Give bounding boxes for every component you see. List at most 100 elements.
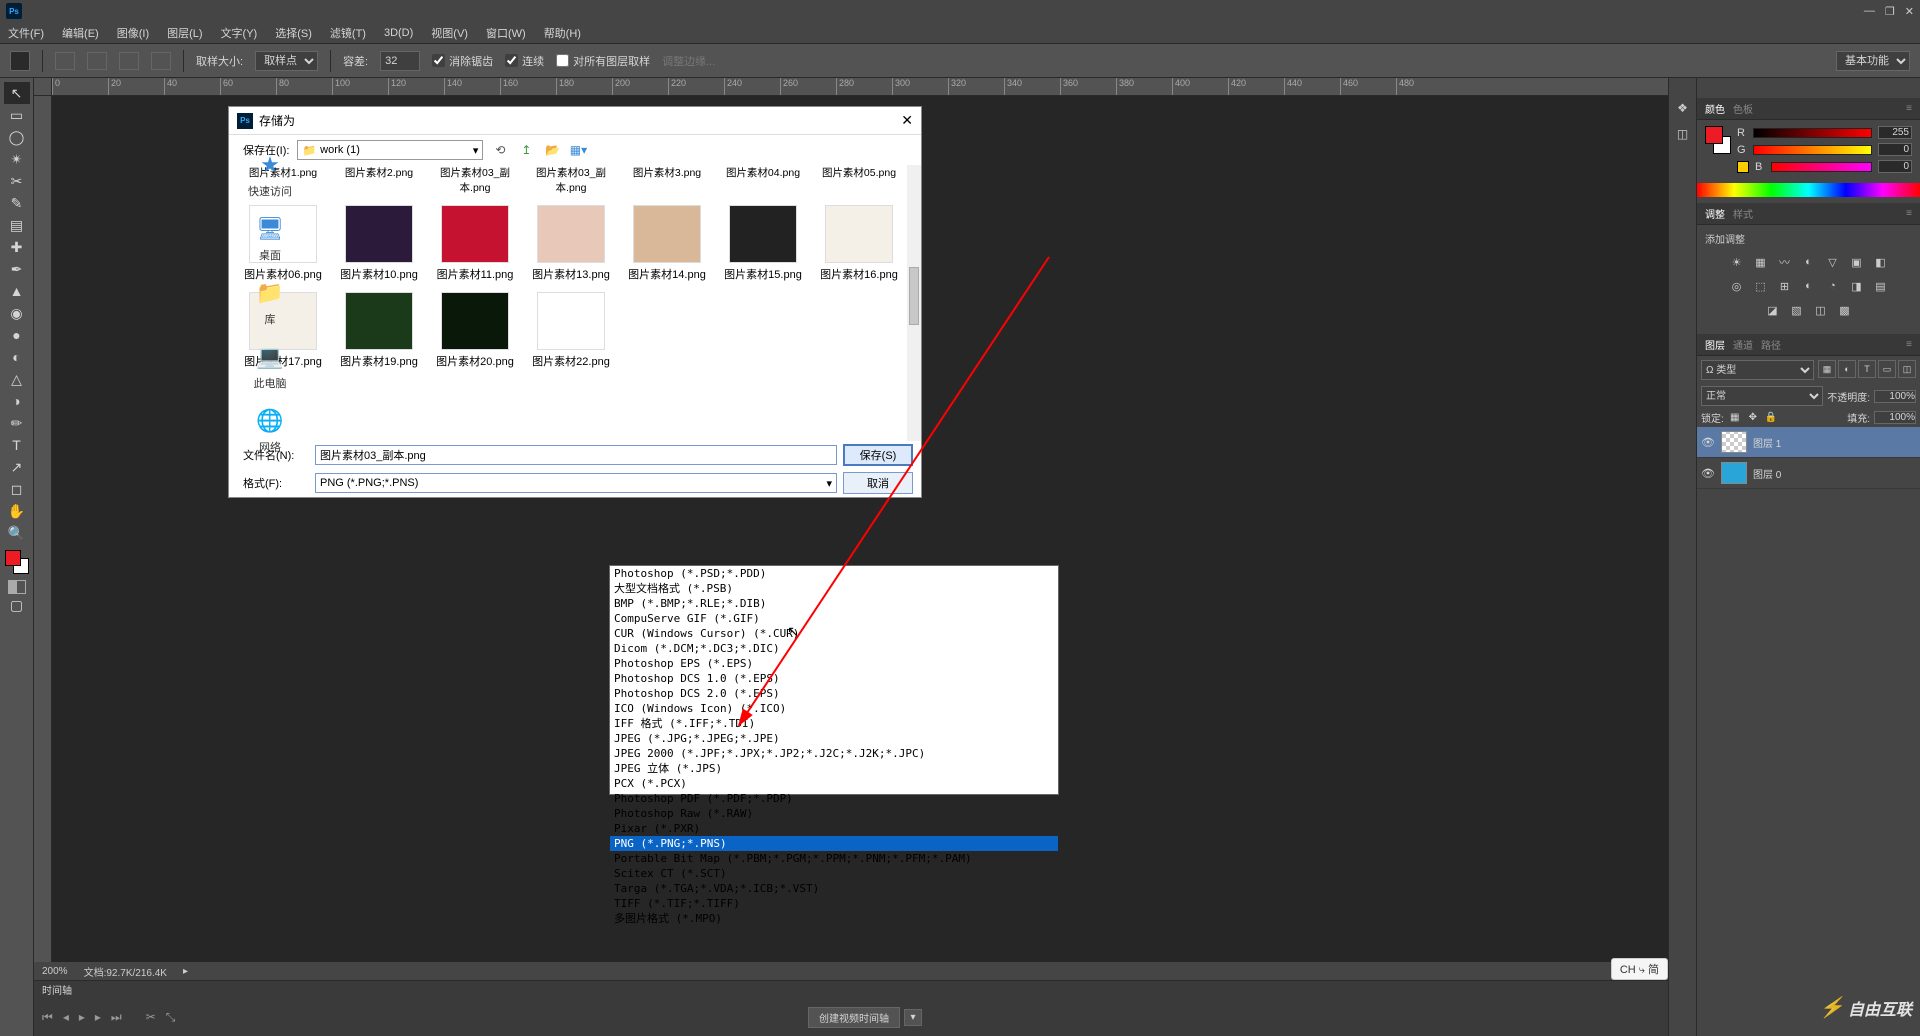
gradient-map-icon[interactable]: ▤ (1873, 278, 1889, 294)
sample-mode-4[interactable] (151, 52, 171, 70)
maximize-button[interactable]: ❐ (1885, 5, 1895, 18)
tool-button[interactable]: ✚ (4, 236, 30, 258)
zoom-level[interactable]: 200% (42, 966, 68, 977)
dialog-title-bar[interactable]: Ps 存储为 ✕ (229, 107, 921, 135)
adjustments-tab[interactable]: 调整 (1705, 206, 1725, 221)
swatches-tab[interactable]: 色板 (1733, 101, 1753, 116)
file-item[interactable]: 图片素材15.png (723, 205, 803, 282)
lock-pixels-icon[interactable]: ▦ (1728, 411, 1742, 425)
file-label[interactable]: 图片素材3.png (627, 165, 707, 195)
posterize-icon[interactable]: ◔ (1825, 278, 1841, 294)
save-button[interactable]: 保存(S) (843, 444, 913, 466)
antialias-checkbox[interactable] (432, 54, 445, 67)
timeline-play-icon[interactable]: ▸ (79, 1010, 85, 1025)
file-item[interactable]: 图片素材10.png (339, 205, 419, 282)
tool-button[interactable]: ▤ (4, 214, 30, 236)
sidebar-location[interactable]: 💻此电脑 (254, 341, 287, 391)
sidebar-location[interactable]: 📁库 (254, 277, 286, 327)
menu-item[interactable]: 视图(V) (431, 25, 468, 41)
visibility-icon[interactable]: 👁 (1701, 436, 1715, 449)
file-label[interactable]: 图片素材03_副本.png (435, 165, 515, 195)
threshold-icon[interactable]: ◨ (1849, 278, 1865, 294)
layer-name[interactable]: 图层 1 (1753, 435, 1781, 450)
tool-button[interactable]: 🔍 (4, 522, 30, 544)
file-item[interactable]: 图片素材19.png (339, 292, 419, 369)
file-item[interactable]: 图片素材14.png (627, 205, 707, 282)
file-label[interactable]: 图片素材05.png (819, 165, 899, 195)
format-option[interactable]: JPEG 立体 (*.JPS) (610, 761, 1058, 776)
file-label[interactable]: 图片素材04.png (723, 165, 803, 195)
tool-button[interactable]: ▭ (4, 104, 30, 126)
format-option[interactable]: 多图片格式 (*.MPO) (610, 911, 1058, 926)
file-item[interactable]: 图片素材11.png (435, 205, 515, 282)
levels-icon[interactable]: ▦ (1753, 254, 1769, 270)
curves-icon[interactable]: 〰 (1777, 254, 1793, 270)
format-select[interactable]: PNG (*.PNG;*.PNS)▾ (315, 473, 837, 493)
tool-preset-icon[interactable] (10, 51, 30, 71)
all-layers-checkbox[interactable] (556, 54, 569, 67)
visibility-icon[interactable]: 👁 (1701, 467, 1715, 480)
lock-position-icon[interactable]: ✥ (1746, 411, 1760, 425)
invert-icon[interactable]: ◐ (1801, 278, 1817, 294)
contiguous-checkbox[interactable] (505, 54, 518, 67)
tool-button[interactable]: △ (4, 368, 30, 390)
format-option[interactable]: PNG (*.PNG;*.PNS) (610, 836, 1058, 851)
file-item[interactable]: 图片素材20.png (435, 292, 515, 369)
menu-item[interactable]: 文字(Y) (221, 25, 258, 41)
fg-bg-swatches[interactable] (1705, 126, 1731, 154)
format-option[interactable]: BMP (*.BMP;*.RLE;*.DIB) (610, 596, 1058, 611)
cancel-button[interactable]: 取消 (843, 472, 913, 494)
format-option[interactable]: Photoshop EPS (*.EPS) (610, 656, 1058, 671)
sidebar-location[interactable]: 🌐网络 (254, 405, 286, 455)
create-video-timeline-button[interactable]: 创建视频时间轴 (808, 1007, 900, 1028)
tool-button[interactable]: ◑ (4, 390, 30, 412)
timeline-transition-icon[interactable]: ⤡ (166, 1010, 176, 1025)
format-option[interactable]: Scitex CT (*.SCT) (610, 866, 1058, 881)
timeline-last-icon[interactable]: ⏭ (111, 1010, 122, 1025)
vibrance-icon[interactable]: ▽ (1825, 254, 1841, 270)
format-option[interactable]: Targa (*.TGA;*.VDA;*.ICB;*.VST) (610, 881, 1058, 896)
filter-shape-icon[interactable]: ▭ (1878, 360, 1896, 378)
layer-kind-filter[interactable]: Ω 类型 (1701, 360, 1814, 380)
tool-button[interactable]: ● (4, 324, 30, 346)
format-option[interactable]: TIFF (*.TIF;*.TIFF) (610, 896, 1058, 911)
adjustments-menu-icon[interactable]: ≡ (1906, 208, 1912, 219)
format-option[interactable]: Photoshop PDF (*.PDF;*.PDP) (610, 791, 1058, 806)
tool-button[interactable]: ◻ (4, 478, 30, 500)
tool-button[interactable]: ◯ (4, 126, 30, 148)
sample-mode-1[interactable] (55, 52, 75, 70)
tool-button[interactable]: ↖ (4, 82, 30, 104)
layer-name[interactable]: 图层 0 (1753, 466, 1781, 481)
channels-tab[interactable]: 通道 (1733, 337, 1753, 352)
layer-item[interactable]: 👁 图层 0 (1697, 458, 1920, 489)
new-folder-icon[interactable]: 📂 (543, 141, 561, 159)
tolerance-input[interactable] (380, 51, 420, 71)
format-option[interactable]: CUR (Windows Cursor) (*.CUR) (610, 626, 1058, 641)
r-input[interactable] (1878, 126, 1912, 139)
filter-smart-icon[interactable]: ◫ (1898, 360, 1916, 378)
menu-item[interactable]: 文件(F) (8, 25, 44, 41)
tool-button[interactable]: ↗ (4, 456, 30, 478)
adj-ico-3[interactable]: ◫ (1813, 302, 1829, 318)
status-arrow-icon[interactable]: ▸ (183, 966, 188, 977)
adj-ico-4[interactable]: ▩ (1837, 302, 1853, 318)
layer-item[interactable]: 👁 图层 1 (1697, 427, 1920, 458)
format-option[interactable]: JPEG 2000 (*.JPF;*.JPX;*.JP2;*.J2C;*.J2K… (610, 746, 1058, 761)
timeline-first-icon[interactable]: ⏮ (42, 1010, 53, 1025)
tool-button[interactable]: ✂ (4, 170, 30, 192)
format-option[interactable]: PCX (*.PCX) (610, 776, 1058, 791)
workspace-select[interactable]: 基本功能 (1836, 51, 1910, 71)
timeline-prev-icon[interactable]: ◂ (63, 1010, 69, 1025)
close-button[interactable]: ✕ (1905, 5, 1914, 18)
timeline-next-icon[interactable]: ▸ (95, 1010, 101, 1025)
b-slider[interactable] (1771, 162, 1872, 172)
exposure-icon[interactable]: ◐ (1801, 254, 1817, 270)
channel-mixer-icon[interactable]: ⬚ (1753, 278, 1769, 294)
refine-edge-button[interactable]: 调整边缘... (662, 53, 715, 69)
menu-item[interactable]: 编辑(E) (62, 25, 99, 41)
file-label[interactable]: 图片素材2.png (339, 165, 419, 195)
timeline-tab[interactable]: 时间轴 (42, 982, 72, 997)
color-spectrum[interactable] (1697, 183, 1920, 197)
sample-mode-2[interactable] (87, 52, 107, 70)
layers-menu-icon[interactable]: ≡ (1906, 339, 1912, 350)
